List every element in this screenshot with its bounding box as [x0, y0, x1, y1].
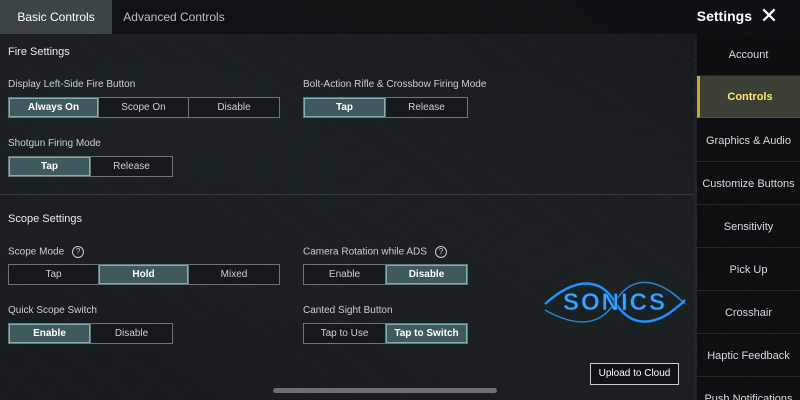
- option-tap-to-switch[interactable]: Tap to Switch: [386, 324, 467, 343]
- quick-scope-selector: Enable Disable: [8, 323, 173, 344]
- option-mixed[interactable]: Mixed: [189, 265, 279, 284]
- settings-panel: Fire Settings Display Left-Side Fire But…: [0, 34, 694, 400]
- camera-rotation-selector: Enable Disable: [303, 264, 468, 285]
- camera-rotation-label: Camera Rotation while ADS?: [303, 246, 447, 258]
- help-icon[interactable]: ?: [72, 246, 85, 258]
- tab-basic-controls[interactable]: Basic Controls: [0, 0, 112, 34]
- sidebar-item-pick-up[interactable]: Pick Up: [697, 249, 800, 291]
- home-indicator: [273, 388, 497, 393]
- shotgun-firing-label: Shotgun Firing Mode: [8, 138, 101, 149]
- option-disable[interactable]: Disable: [189, 98, 279, 117]
- section-title-fire: Fire Settings: [8, 46, 70, 58]
- option-tap[interactable]: Tap: [9, 157, 91, 176]
- shotgun-firing-selector: Tap Release: [8, 156, 173, 177]
- help-icon[interactable]: ?: [434, 246, 447, 258]
- option-scope-on[interactable]: Scope On: [99, 98, 189, 117]
- scope-mode-label-text: Scope Mode: [8, 246, 65, 258]
- canted-sight-selector: Tap to Use Tap to Switch: [303, 323, 468, 344]
- watermark-text: SONICS: [563, 289, 667, 316]
- option-hold[interactable]: Hold: [99, 265, 189, 284]
- sidebar-item-push-notifications[interactable]: Push Notifications: [697, 378, 800, 400]
- sidebar-nav: Account Controls Graphics & Audio Custom…: [697, 34, 800, 400]
- sidebar-item-controls[interactable]: Controls: [697, 76, 800, 118]
- sidebar-item-account[interactable]: Account: [697, 34, 800, 76]
- sidebar-item-sensitivity[interactable]: Sensitivity: [697, 206, 800, 248]
- option-release[interactable]: Release: [386, 98, 467, 117]
- sidebar-item-haptic-feedback[interactable]: Haptic Feedback: [697, 335, 800, 377]
- option-always-on[interactable]: Always On: [9, 98, 99, 117]
- sonics-watermark-logo: SONICS: [544, 281, 686, 323]
- sidebar-item-crosshair[interactable]: Crosshair: [697, 292, 800, 334]
- canted-sight-label: Canted Sight Button: [303, 305, 393, 316]
- close-icon[interactable]: ✕: [758, 5, 780, 28]
- sidebar-item-customize-buttons[interactable]: Customize Buttons: [697, 163, 800, 205]
- option-tap-to-use[interactable]: Tap to Use: [304, 324, 386, 343]
- upload-to-cloud-button[interactable]: Upload to Cloud: [590, 363, 679, 385]
- left-fire-button-selector: Always On Scope On Disable: [8, 97, 280, 118]
- section-title-scope: Scope Settings: [8, 213, 82, 225]
- sidebar-item-graphics-audio[interactable]: Graphics & Audio: [697, 120, 800, 162]
- tab-advanced-controls[interactable]: Advanced Controls: [118, 0, 230, 34]
- option-disable[interactable]: Disable: [91, 324, 172, 343]
- option-enable[interactable]: Enable: [304, 265, 386, 284]
- option-tap[interactable]: Tap: [304, 98, 386, 117]
- scope-mode-label: Scope Mode?: [8, 246, 85, 258]
- page-title: Settings: [696, 8, 752, 24]
- quick-scope-label: Quick Scope Switch: [8, 305, 97, 316]
- scope-mode-selector: Tap Hold Mixed: [8, 264, 280, 285]
- camera-rotation-label-text: Camera Rotation while ADS: [303, 246, 427, 258]
- top-bar: Basic Controls Advanced Controls Setting…: [0, 0, 800, 34]
- bolt-action-label: Bolt-Action Rifle & Crossbow Firing Mode: [303, 79, 487, 90]
- option-disable[interactable]: Disable: [386, 265, 467, 284]
- option-release[interactable]: Release: [91, 157, 172, 176]
- left-fire-button-label: Display Left-Side Fire Button: [8, 79, 136, 90]
- bolt-action-selector: Tap Release: [303, 97, 468, 118]
- option-enable[interactable]: Enable: [9, 324, 91, 343]
- section-divider: [0, 194, 694, 195]
- option-tap[interactable]: Tap: [9, 265, 99, 284]
